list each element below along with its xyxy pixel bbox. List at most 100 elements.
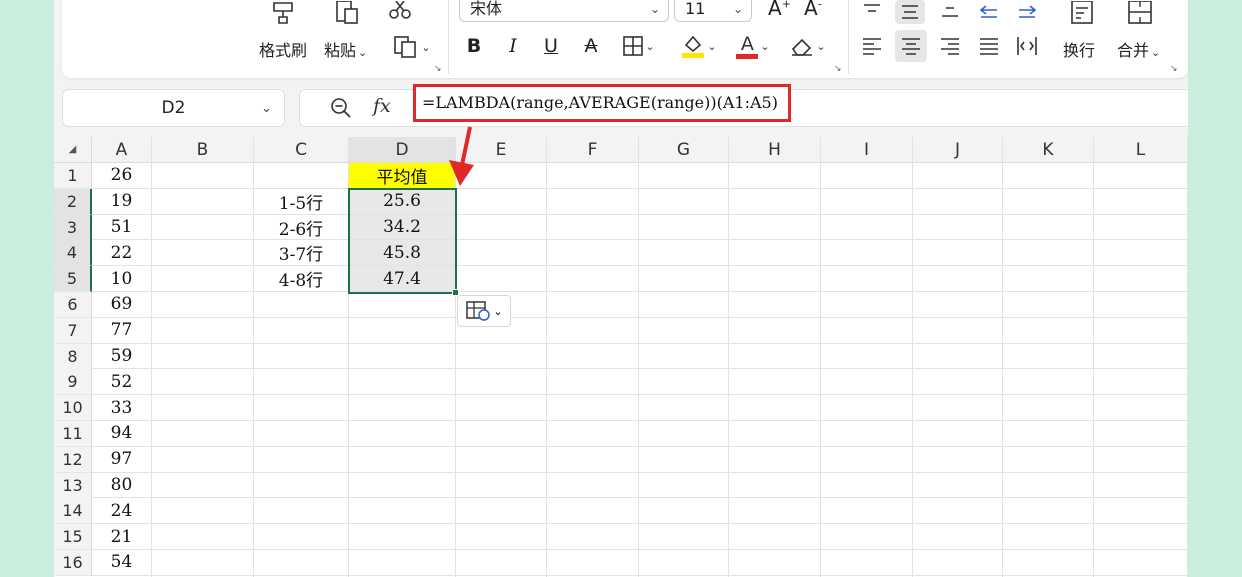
fill-color-icon[interactable]: ⌄ [676, 32, 722, 60]
underline-button[interactable]: U [536, 31, 566, 61]
column-header-i[interactable]: I [821, 137, 913, 163]
cell-a13[interactable]: 80 [92, 473, 151, 498]
name-box[interactable]: D2 ⌄ [62, 89, 285, 127]
row-header-6[interactable]: 6 [54, 292, 92, 318]
column-header-d[interactable]: D [349, 137, 456, 163]
cell-reference: D2 [161, 98, 186, 118]
formula-input[interactable]: =LAMBDA(range,AVERAGE(range))(A1:A5) [413, 84, 791, 122]
quick-options-button[interactable]: ⌄ [457, 295, 511, 327]
clipboard-expand-icon[interactable]: ↘ [434, 64, 442, 74]
align-center-icon[interactable] [895, 30, 927, 62]
column-header-b[interactable]: B [152, 137, 254, 163]
cell-c2[interactable]: 1-5行 [254, 189, 348, 214]
cell-c3[interactable]: 2-6行 [254, 215, 348, 240]
function-icon[interactable]: fx [373, 95, 391, 117]
cell-a1[interactable]: 26 [92, 163, 151, 188]
format-painter-icon[interactable] [268, 0, 298, 26]
row-header-14[interactable]: 14 [54, 498, 92, 525]
cell-a11[interactable]: 94 [92, 421, 151, 446]
chevron-down-icon: ⌄ [421, 40, 431, 54]
cell-a4[interactable]: 22 [92, 240, 151, 265]
cell-c5[interactable]: 4-8行 [254, 266, 348, 291]
cell-a3[interactable]: 51 [92, 215, 151, 240]
row-header-1[interactable]: 1 [54, 163, 92, 189]
grid-column-line [728, 163, 729, 577]
align-bottom-icon[interactable] [935, 0, 965, 20]
column-header-h[interactable]: H [729, 137, 821, 163]
font-expand-icon[interactable]: ↘ [834, 64, 842, 74]
cell-a10[interactable]: 33 [92, 395, 151, 420]
row-header-15[interactable]: 15 [54, 524, 92, 551]
column-header-f[interactable]: F [547, 137, 639, 163]
font-color-icon[interactable]: A ⌄ [730, 31, 776, 61]
distributed-align-icon[interactable] [1012, 32, 1042, 60]
cell-a2[interactable]: 19 [92, 189, 151, 214]
format-painter-label[interactable]: 格式刷 [259, 37, 307, 61]
borders-icon[interactable]: ⌄ [616, 34, 662, 58]
cell-d1[interactable]: 平均值 [349, 163, 455, 188]
grid-row-line [92, 342, 1188, 344]
column-header-a[interactable]: A [92, 137, 152, 163]
paste-icon[interactable] [332, 0, 362, 26]
font-size-select[interactable]: 11 ⌄ [674, 0, 752, 22]
cell-a6[interactable]: 69 [92, 292, 151, 317]
row-header-10[interactable]: 10 [54, 395, 92, 422]
row-header-11[interactable]: 11 [54, 421, 92, 447]
cell-a15[interactable]: 21 [92, 524, 151, 549]
wrap-text-icon[interactable] [1067, 0, 1097, 26]
merge-cells-icon[interactable] [1125, 0, 1155, 26]
grid-row-line [92, 523, 1188, 525]
paste-label[interactable]: 粘贴 ⌄ [324, 37, 367, 61]
column-header-e[interactable]: E [456, 137, 547, 163]
align-middle-icon[interactable] [895, 0, 925, 24]
row-header-7[interactable]: 7 [54, 317, 92, 344]
decrease-indent-icon[interactable] [974, 0, 1004, 20]
row-header-9[interactable]: 9 [54, 369, 92, 396]
row-header-13[interactable]: 13 [54, 472, 92, 499]
cell-selection-border [348, 188, 457, 294]
grid-row-line [92, 574, 1188, 576]
align-left-icon[interactable] [857, 32, 887, 60]
row-header-2[interactable]: 2 [54, 188, 92, 215]
row-header-5[interactable]: 5 [54, 266, 92, 293]
wrap-text-label[interactable]: 换行 [1063, 37, 1095, 61]
row-header-8[interactable]: 8 [54, 343, 92, 370]
column-header-c[interactable]: C [254, 137, 349, 163]
merge-cells-label[interactable]: 合并 ⌄ [1117, 37, 1160, 61]
column-header-l[interactable]: L [1094, 137, 1188, 163]
cell-a5[interactable]: 10 [92, 266, 151, 291]
alignment-expand-icon[interactable]: ↘ [1170, 64, 1178, 74]
cell-a7[interactable]: 77 [92, 318, 151, 343]
increase-indent-icon[interactable] [1012, 0, 1042, 20]
eraser-icon[interactable]: ⌄ [784, 34, 832, 58]
scissors-icon[interactable] [385, 0, 415, 22]
italic-button[interactable]: I [498, 31, 528, 61]
cell-a16[interactable]: 54 [92, 550, 151, 575]
cell-a9[interactable]: 52 [92, 369, 151, 394]
zoom-icon[interactable] [330, 97, 352, 119]
font-name-select[interactable]: 宋体 ⌄ [459, 0, 669, 22]
row-header-16[interactable]: 16 [54, 550, 92, 576]
copy-icon[interactable]: ⌄ [390, 34, 434, 60]
shrink-font-button[interactable]: A- [804, 0, 822, 20]
cell-a8[interactable]: 59 [92, 344, 151, 369]
column-header-g[interactable]: G [639, 137, 729, 163]
cell-c4[interactable]: 3-7行 [254, 240, 348, 265]
column-header-k[interactable]: K [1003, 137, 1094, 163]
column-header-j[interactable]: J [913, 137, 1003, 163]
cell-a14[interactable]: 24 [92, 498, 151, 523]
row-header-3[interactable]: 3 [54, 214, 92, 241]
grow-font-button[interactable]: A+ [768, 0, 791, 20]
justify-icon[interactable] [974, 32, 1004, 60]
strikethrough-button[interactable]: A [576, 31, 606, 61]
row-header-12[interactable]: 12 [54, 446, 92, 473]
chevron-down-icon: ⌄ [816, 39, 826, 53]
bold-button[interactable]: B [459, 31, 489, 61]
select-all-button[interactable]: ◢ [54, 137, 92, 163]
cell-a12[interactable]: 97 [92, 447, 151, 472]
grid-column-line [820, 163, 821, 577]
align-right-icon[interactable] [935, 32, 965, 60]
row-header-4[interactable]: 4 [54, 240, 92, 267]
align-top-icon[interactable] [857, 0, 887, 20]
grid-row-line [92, 394, 1188, 396]
